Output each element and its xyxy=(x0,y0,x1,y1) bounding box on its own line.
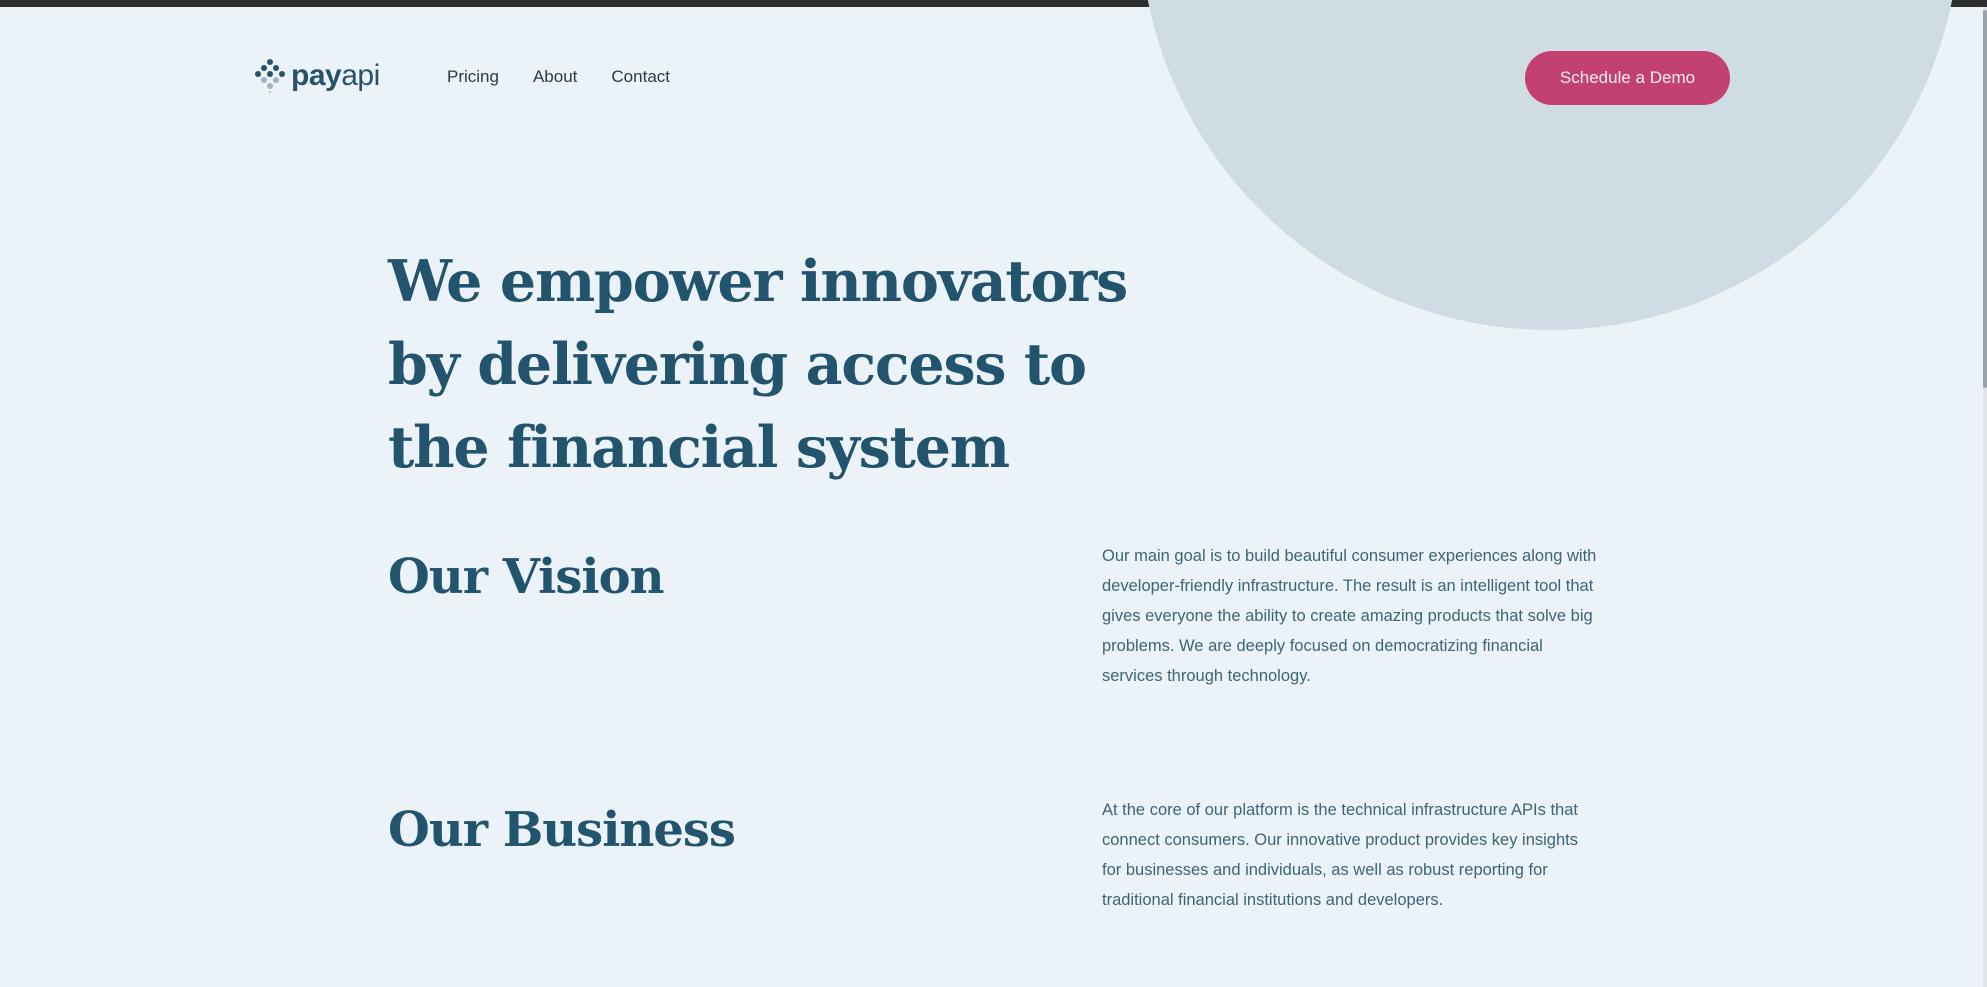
main-nav: Pricing About Contact xyxy=(447,67,704,87)
nav-link-pricing[interactable]: Pricing xyxy=(447,67,499,87)
scrollbar-thumb[interactable] xyxy=(1983,10,1987,388)
business-text: At the core of our platform is the techn… xyxy=(1102,801,1578,909)
vision-text: Our main goal is to build beautiful cons… xyxy=(1102,547,1597,685)
payapi-logo[interactable]: payapi xyxy=(253,59,380,93)
logo-wordmark: payapi xyxy=(291,59,380,92)
logo-dots-icon xyxy=(255,59,285,93)
nav-link-about[interactable]: About xyxy=(533,67,577,87)
hero-headline: We empower innovators by delivering acce… xyxy=(388,248,1128,481)
decorative-circle xyxy=(1140,0,1960,330)
vision-heading: Our Vision xyxy=(388,549,665,605)
schedule-demo-button[interactable]: Schedule a Demo xyxy=(1525,51,1730,105)
nav-link-contact[interactable]: Contact xyxy=(611,67,670,87)
business-heading: Our Business xyxy=(388,802,736,858)
